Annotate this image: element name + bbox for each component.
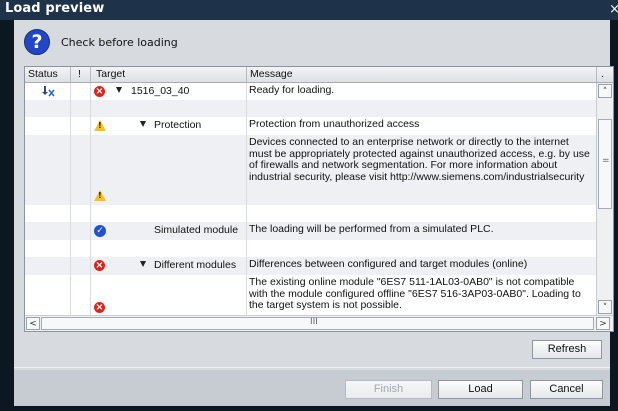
load-button[interactable]: Load <box>438 380 523 399</box>
scroll-down-button[interactable]: ˅ <box>598 300 612 314</box>
vertical-scroll-thumb[interactable]: = <box>598 119 612 209</box>
column-separator[interactable] <box>90 67 91 82</box>
table-row[interactable] <box>25 205 596 222</box>
column-status[interactable]: Status <box>28 68 58 80</box>
error-icon: × <box>94 302 105 313</box>
table-row[interactable]: ! Protection Protection from unauthorize… <box>25 117 596 135</box>
table-row[interactable] <box>25 240 596 257</box>
load-preview-dialog: Load preview × ? Check before loading St… <box>0 0 618 411</box>
scroll-left-button[interactable]: < <box>26 317 40 330</box>
column-separator[interactable] <box>596 67 597 82</box>
table-row[interactable]: ! Devices connected to an enterprise net… <box>25 135 596 205</box>
table-row[interactable]: ✓ Simulated module The loading will be p… <box>25 222 596 240</box>
dialog-panel: ? Check before loading Status ! Target M… <box>14 20 614 406</box>
scroll-right-button[interactable]: > <box>596 317 610 330</box>
target-label: Simulated module <box>154 224 239 236</box>
message-text: Differences between configured and targe… <box>249 258 528 270</box>
column-extra[interactable]: . <box>601 68 604 80</box>
horizontal-scrollbar[interactable]: < III > <box>25 315 613 331</box>
vertical-scrollbar[interactable]: ˄ = ˅ <box>596 83 613 315</box>
error-icon: × <box>94 260 105 271</box>
table-row[interactable]: × 1516_03_40 Ready for loading. <box>25 83 596 100</box>
download-delete-icon <box>42 86 55 97</box>
message-text: Ready for loading. <box>249 84 335 96</box>
column-target[interactable]: Target <box>96 68 125 80</box>
window-title: Load preview <box>5 1 105 16</box>
table-row[interactable] <box>25 100 596 117</box>
error-icon: × <box>94 86 105 97</box>
grip-icon: III <box>310 317 318 327</box>
horizontal-scroll-thumb[interactable]: III <box>41 317 594 330</box>
header-text: Check before loading <box>61 36 178 49</box>
table-body: × 1516_03_40 Ready for loading. ! Protec… <box>25 83 596 315</box>
column-message[interactable]: Message <box>250 68 293 80</box>
target-label: Protection <box>154 119 202 131</box>
title-bar[interactable]: Load preview × <box>0 0 618 20</box>
message-text: Devices connected to an enterprise netwo… <box>249 136 590 183</box>
expand-caret-icon[interactable] <box>140 121 146 127</box>
check-icon: ✓ <box>94 225 106 237</box>
table-row[interactable]: × The existing online module "6ES7 511-1… <box>25 275 596 315</box>
target-label: Different modules <box>154 259 237 271</box>
warning-icon: ! <box>94 190 106 201</box>
dialog-footer: Finish Load Cancel <box>14 370 610 406</box>
message-text: The existing online module "6ES7 511-1AL… <box>249 276 581 311</box>
target-label: 1516_03_40 <box>131 85 190 97</box>
message-text: The loading will be performed from a sim… <box>249 223 494 235</box>
close-icon[interactable]: × <box>609 2 618 17</box>
grid-line <box>70 83 71 315</box>
grid-line <box>246 83 247 315</box>
question-icon: ? <box>24 29 50 55</box>
column-separator[interactable] <box>70 67 71 82</box>
scroll-up-button[interactable]: ˄ <box>598 84 612 98</box>
expand-caret-icon[interactable] <box>140 261 146 267</box>
refresh-button[interactable]: Refresh <box>532 340 602 359</box>
table-row[interactable]: × Different modules Differences between … <box>25 257 596 275</box>
cancel-button[interactable]: Cancel <box>530 380 603 399</box>
grid-line <box>90 83 91 315</box>
finish-button[interactable]: Finish <box>345 380 432 399</box>
column-separator[interactable] <box>246 67 247 82</box>
divider <box>14 367 610 368</box>
table-header: Status ! Target Message . <box>25 67 613 83</box>
grip-icon: = <box>602 156 610 166</box>
message-text: Protection from unauthorized access <box>249 118 420 130</box>
column-flag[interactable]: ! <box>78 68 81 80</box>
warning-icon: ! <box>94 120 106 131</box>
expand-caret-icon[interactable] <box>116 87 122 93</box>
load-preview-table: Status ! Target Message . × 1516_03_40 R… <box>24 66 614 332</box>
